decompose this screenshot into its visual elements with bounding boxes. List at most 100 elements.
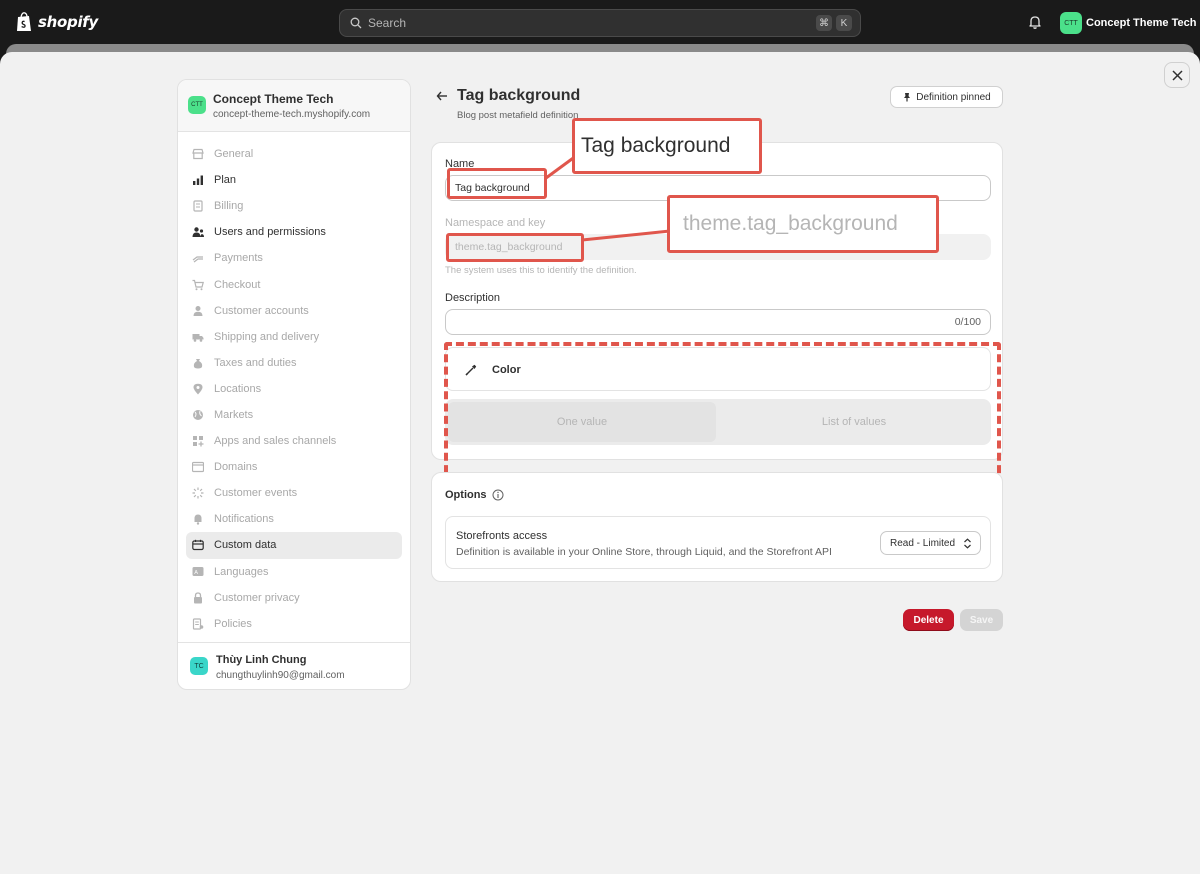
policy-icon — [192, 618, 204, 630]
sidebar-item-billing[interactable]: Billing — [186, 193, 402, 219]
search-icon — [350, 17, 362, 29]
save-button[interactable]: Save — [960, 609, 1003, 631]
sidebar-item-label: Markets — [214, 408, 254, 421]
person-icon — [193, 305, 203, 316]
sidebar-item-label: Shipping and delivery — [214, 330, 320, 343]
shortcut-k-key: K — [836, 15, 852, 31]
user-profile[interactable]: TC Thùy Linh Chung chungthuylinh90@gmail… — [178, 642, 410, 689]
settings-modal: CTT Concept Theme Tech concept-theme-tec… — [0, 52, 1200, 874]
apps-icon — [193, 436, 204, 447]
truck-icon — [192, 333, 204, 342]
sidebar-item-custom-data[interactable]: Custom data — [186, 532, 402, 559]
name-callout: Tag background — [572, 118, 762, 174]
notifications-bell-icon[interactable] — [1027, 14, 1043, 30]
description-label: Description — [445, 292, 501, 304]
page-title: Tag background — [457, 87, 581, 104]
sidebar-item-domains[interactable]: Domains — [186, 454, 402, 480]
store-header[interactable]: CTT Concept Theme Tech concept-theme-tec… — [178, 80, 410, 132]
chevron-updown-icon — [964, 538, 971, 549]
store-menu-name[interactable]: Concept Theme Tech — [1086, 17, 1196, 29]
store-avatar: CTT — [188, 96, 206, 114]
sidebar-item-label: Users and permissions — [214, 226, 326, 239]
storefront-description: Definition is available in your Online S… — [456, 546, 832, 558]
pin-label: Definition pinned — [916, 91, 991, 103]
sidebar-item-label: Policies — [214, 617, 252, 630]
tax-icon — [193, 358, 203, 369]
namespace-helper: The system uses this to identify the def… — [445, 265, 637, 276]
storefront-access-row: Storefronts access Definition is availab… — [445, 516, 991, 569]
delete-button[interactable]: Delete — [903, 609, 954, 631]
domain-icon — [192, 462, 204, 473]
store-domain: concept-theme-tech.myshopify.com — [213, 109, 371, 120]
sidebar-item-label: Plan — [214, 174, 237, 187]
sidebar-item-general[interactable]: General — [186, 141, 402, 167]
sidebar-item-languages[interactable]: A Languages — [186, 559, 402, 585]
name-value-highlight — [447, 168, 547, 199]
sidebar-item-users-and-permissions[interactable]: Users and permissions — [186, 219, 402, 245]
shopify-logo[interactable]: shopify — [16, 12, 98, 32]
sidebar-item-label: Billing — [214, 200, 244, 213]
description-counter: 0/100 — [954, 316, 981, 328]
lock-icon — [194, 591, 202, 604]
storefront-access-select[interactable]: Read - Limited — [880, 531, 981, 555]
sidebar-item-notifications[interactable]: Notifications — [186, 506, 402, 532]
user-email: chungthuylinh90@gmail.com — [216, 670, 345, 681]
data-icon — [192, 540, 204, 551]
sidebar-item-label: Customer events — [214, 487, 298, 500]
pin-icon — [904, 93, 911, 102]
sidebar-item-markets[interactable]: Markets — [186, 402, 402, 428]
sidebar-item-label: Apps and sales channels — [214, 435, 337, 448]
store-avatar[interactable]: CTT — [1060, 12, 1082, 34]
sidebar-item-locations[interactable]: Locations — [186, 376, 402, 402]
shortcut-cmd-key: ⌘ — [816, 15, 832, 31]
bell-icon — [194, 514, 202, 526]
location-icon — [193, 383, 203, 395]
callout-connector-key — [582, 229, 670, 242]
close-icon — [1171, 69, 1183, 81]
settings-nav: General Plan Billing Users and permissions P… — [186, 141, 402, 637]
key-value-highlight — [446, 233, 584, 262]
chart-icon — [193, 175, 203, 186]
sidebar-item-label: Customer accounts — [214, 304, 309, 317]
sidebar-item-customer-accounts[interactable]: Customer accounts — [186, 298, 402, 324]
billing-icon — [193, 200, 203, 212]
info-icon[interactable] — [492, 489, 504, 501]
sidebar-item-plan[interactable]: Plan — [186, 167, 402, 193]
back-arrow-icon[interactable] — [436, 90, 448, 102]
sidebar-item-label: Notifications — [214, 513, 274, 526]
sidebar-item-label: General — [214, 148, 254, 161]
description-input[interactable]: 0/100 — [445, 309, 991, 335]
close-button[interactable] — [1164, 62, 1190, 88]
sidebar-item-label: Locations — [214, 382, 262, 395]
options-card: Options Storefronts access Definition is… — [431, 472, 1003, 582]
language-icon: A — [192, 566, 204, 576]
sidebar-item-customer-events[interactable]: Customer events — [186, 480, 402, 506]
logo-text: shopify — [38, 13, 98, 31]
users-icon — [192, 227, 204, 238]
sidebar-item-policies[interactable]: Policies — [186, 611, 402, 637]
options-heading: Options — [445, 489, 487, 501]
sidebar-item-payments[interactable]: Payments — [186, 245, 402, 271]
page-subtitle: Blog post metafield definition — [457, 110, 579, 121]
svg-text:A: A — [194, 570, 198, 576]
search-placeholder: Search — [368, 16, 407, 30]
user-name: Thùy Linh Chung — [216, 654, 307, 666]
user-avatar: TC — [190, 657, 208, 675]
namespace-label: Namespace and key — [445, 217, 546, 229]
sidebar-item-checkout[interactable]: Checkout — [186, 271, 402, 297]
payments-icon — [192, 256, 203, 263]
sidebar-item-label: Payments — [214, 252, 263, 265]
search-bar[interactable]: Search ⌘ K — [339, 9, 861, 37]
sidebar-item-apps-and-sales-channels[interactable]: Apps and sales channels — [186, 428, 402, 454]
definition-pinned-button[interactable]: Definition pinned — [890, 86, 1003, 108]
storefront-access-value: Read - Limited — [890, 537, 956, 549]
sidebar-item-taxes-and-duties[interactable]: Taxes and duties — [186, 350, 402, 376]
events-icon — [192, 487, 204, 499]
top-bar: shopify Search ⌘ K CTT Concept Theme Tec… — [0, 0, 1200, 46]
sidebar-item-label: Languages — [214, 565, 269, 578]
sidebar-item-customer-privacy[interactable]: Customer privacy — [186, 585, 402, 611]
sidebar-item-shipping-and-delivery[interactable]: Shipping and delivery — [186, 324, 402, 350]
store-name: Concept Theme Tech — [213, 92, 334, 106]
globe-icon — [193, 409, 203, 420]
settings-sidebar: CTT Concept Theme Tech concept-theme-tec… — [177, 79, 411, 690]
